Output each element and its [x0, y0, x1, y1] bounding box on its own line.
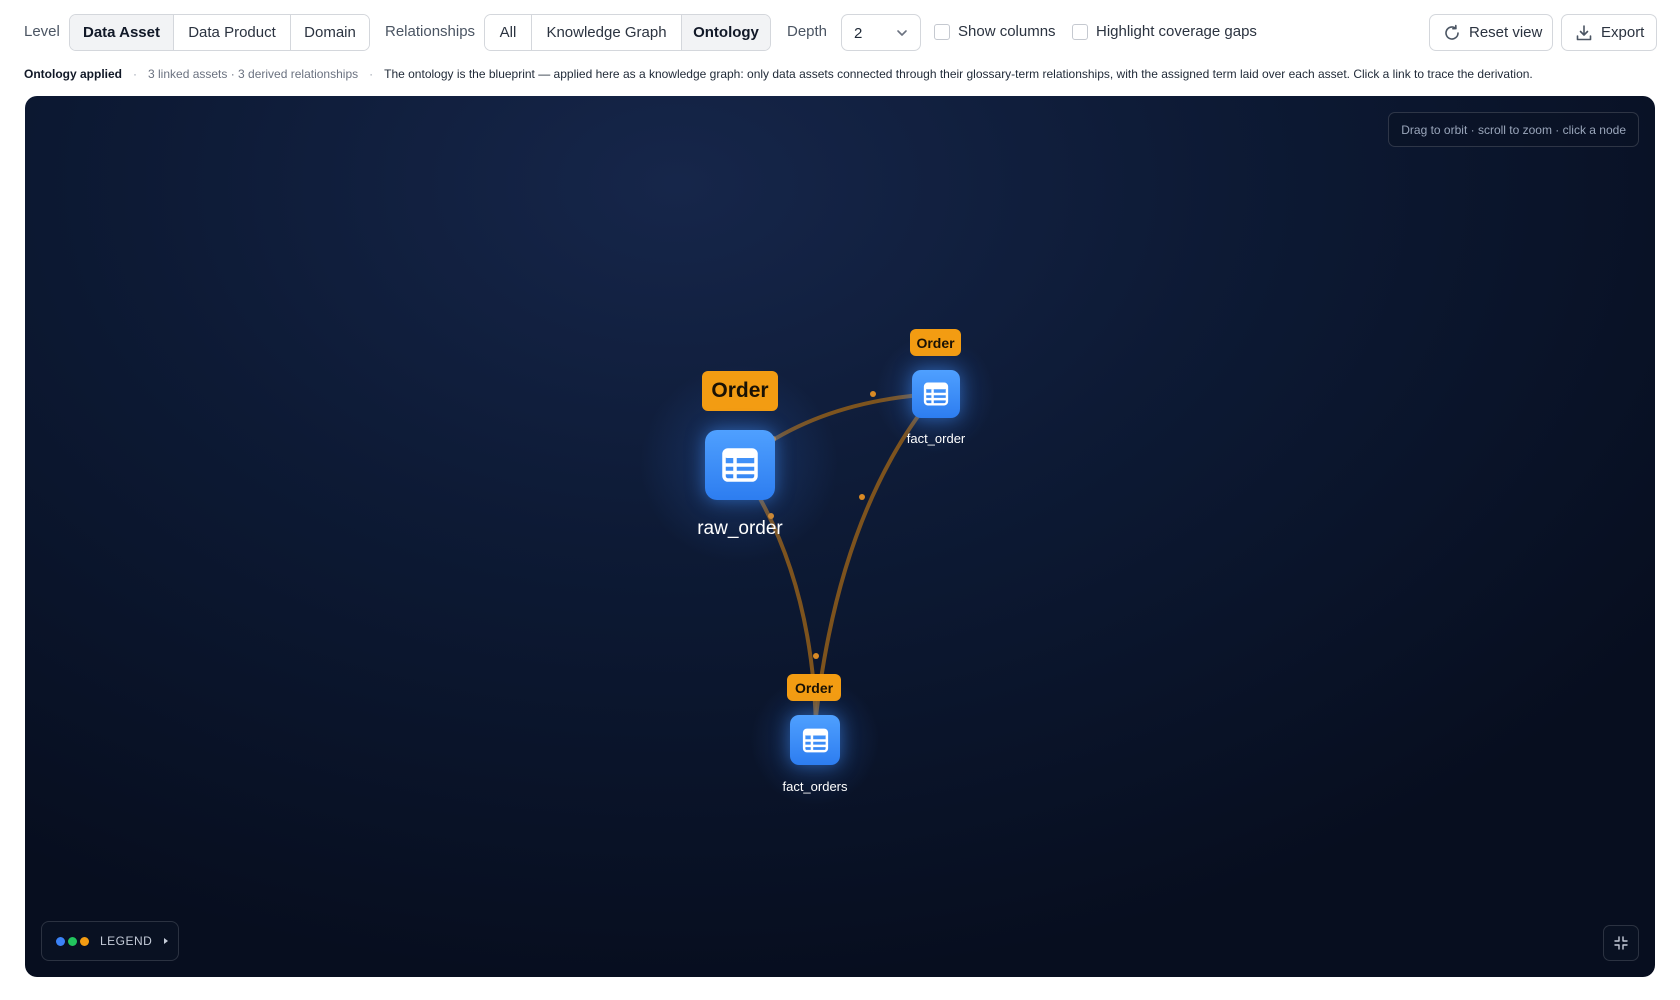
glossary-term-tag: Order	[702, 371, 778, 411]
fit-view-button[interactable]	[1603, 925, 1639, 961]
node-label-fact-order: fact_order	[906, 431, 966, 446]
node-label-raw-order: raw_order	[697, 518, 783, 539]
edge-layer	[737, 391, 937, 738]
info-bar: Ontology applied · 3 linked assets · 3 d…	[24, 65, 1533, 83]
edge-particle	[859, 494, 865, 500]
relationships-segmented-control: All Knowledge Graph Ontology	[484, 14, 771, 51]
level-label: Level	[24, 23, 60, 40]
highlight-coverage-gaps-label[interactable]: Highlight coverage gaps	[1096, 23, 1257, 40]
relationship-option-ontology[interactable]: Ontology	[681, 15, 770, 50]
depth-select[interactable]: 2	[841, 14, 921, 51]
glossary-term-tag: Order	[910, 329, 961, 356]
legend-dot-blue	[56, 936, 65, 946]
highlight-coverage-gaps-checkbox[interactable]	[1072, 24, 1088, 40]
interaction-hint: Drag to orbit · scroll to zoom · click a…	[1388, 112, 1639, 147]
level-segmented-control: Data Asset Data Product Domain	[69, 14, 370, 51]
edge-particle	[813, 653, 819, 659]
relationships-label: Relationships	[385, 23, 476, 40]
chevron-down-icon	[897, 30, 907, 36]
export-label: Export	[1601, 24, 1645, 41]
reset-view-button[interactable]: Reset view	[1429, 14, 1553, 51]
legend-dot-orange	[80, 936, 89, 946]
edge-particle	[870, 391, 876, 397]
ontology-description: The ontology is the blueprint — applied …	[384, 67, 1533, 81]
collapse-icon	[1614, 936, 1628, 950]
table-icon	[923, 382, 949, 406]
level-option-domain[interactable]: Domain	[290, 15, 369, 50]
level-option-data-asset[interactable]: Data Asset	[70, 15, 173, 50]
export-button[interactable]: Export	[1561, 14, 1657, 51]
toolbar: Level Data Asset Data Product Domain Rel…	[0, 0, 1680, 64]
ontology-status: Ontology applied	[24, 67, 122, 81]
relationship-option-knowledge-graph[interactable]: Knowledge Graph	[531, 15, 681, 50]
separator-dot: ·	[369, 67, 374, 81]
relationship-option-all[interactable]: All	[485, 15, 531, 50]
show-columns-label[interactable]: Show columns	[958, 23, 1056, 40]
depth-label: Depth	[787, 23, 828, 40]
node-label-fact-orders: fact_orders	[782, 779, 848, 794]
show-columns-checkbox[interactable]	[934, 24, 950, 40]
reset-view-label: Reset view	[1469, 24, 1543, 41]
node-fact-orders[interactable]	[790, 715, 840, 765]
graph-canvas[interactable]: Drag to orbit · scroll to zoom · click a…	[25, 96, 1655, 977]
download-icon	[1576, 24, 1592, 40]
table-icon	[722, 448, 758, 482]
caret-right-icon	[164, 938, 169, 944]
separator-dot: ·	[133, 67, 137, 81]
level-option-data-product[interactable]: Data Product	[173, 15, 290, 50]
legend-label: LEGEND	[100, 934, 153, 948]
depth-value: 2	[854, 25, 863, 42]
node-fact-order[interactable]	[912, 370, 960, 418]
refresh-icon	[1445, 24, 1459, 40]
legend-dot-green	[68, 936, 77, 946]
legend-toggle[interactable]: LEGEND	[41, 921, 179, 961]
graph-counts: 3 linked assets · 3 derived relationship…	[148, 67, 359, 81]
glossary-term-tag: Order	[787, 674, 841, 701]
node-raw-order[interactable]	[705, 430, 775, 500]
table-icon	[802, 728, 828, 752]
